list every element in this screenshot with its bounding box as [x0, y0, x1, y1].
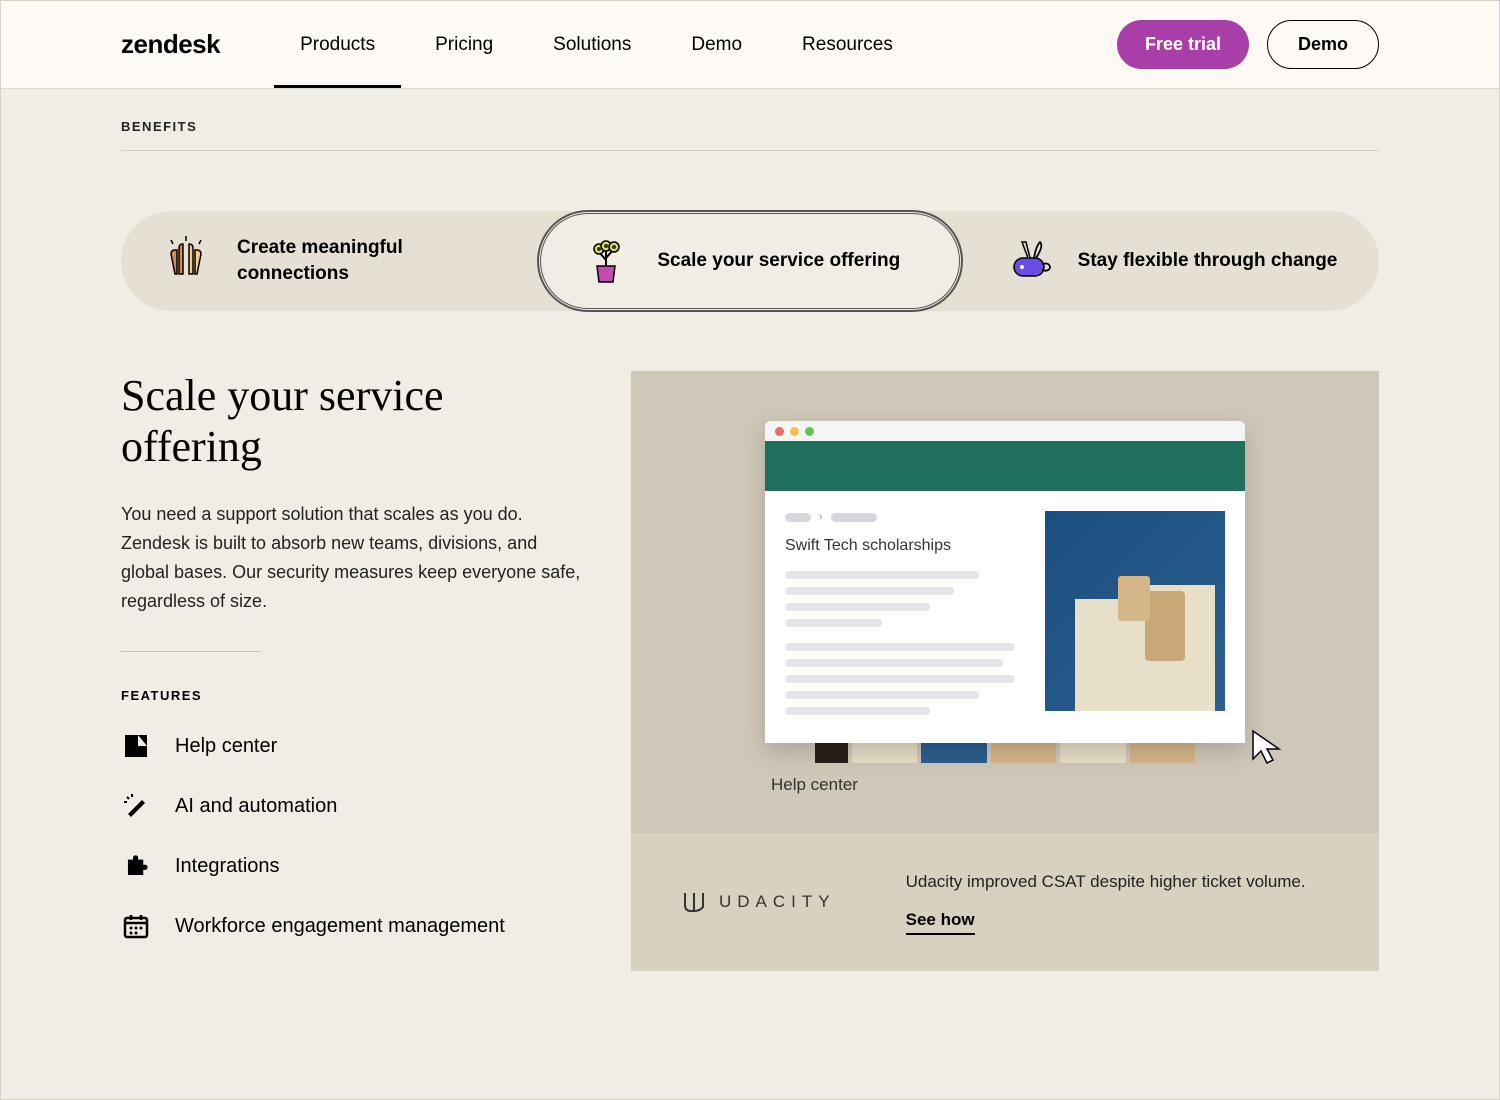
callout-description: Udacity improved CSAT despite higher tic…: [906, 869, 1329, 895]
tab-scale-offering[interactable]: Scale your service offering: [538, 211, 961, 311]
feature-help-center[interactable]: Help center: [121, 731, 581, 761]
page-heading: Scale your service offering: [121, 371, 581, 472]
illustration-panel: › Swift Tech scholarships: [631, 371, 1379, 971]
mockup-article-title: Swift Tech scholarships: [785, 537, 1027, 555]
nav-demo[interactable]: Demo: [691, 4, 742, 86]
header-actions: Free trial Demo: [1117, 20, 1379, 69]
main-nav: Products Pricing Solutions Demo Resource…: [300, 4, 1117, 86]
demo-button[interactable]: Demo: [1267, 20, 1379, 69]
section-label-benefits: BENEFITS: [121, 119, 1379, 151]
puzzle-icon: [121, 851, 151, 881]
free-trial-button[interactable]: Free trial: [1117, 20, 1249, 69]
features-label: FEATURES: [121, 688, 581, 703]
calendar-icon: [121, 911, 151, 941]
site-header: zendesk Products Pricing Solutions Demo …: [1, 1, 1499, 89]
mockup-caption: Help center: [771, 775, 858, 795]
nav-pricing[interactable]: Pricing: [435, 4, 493, 86]
feature-integrations[interactable]: Integrations: [121, 851, 581, 881]
tab-label: Scale your service offering: [657, 248, 900, 274]
tab-stay-flexible[interactable]: Stay flexible through change: [962, 211, 1379, 311]
help-center-icon: [121, 731, 151, 761]
feature-label: Workforce engagement management: [175, 915, 505, 938]
logo[interactable]: zendesk: [121, 29, 220, 60]
feature-workforce[interactable]: Workforce engagement management: [121, 911, 581, 941]
feature-label: AI and automation: [175, 795, 337, 818]
feature-label: Integrations: [175, 855, 280, 878]
divider: [121, 651, 261, 652]
feature-label: Help center: [175, 735, 277, 758]
potted-plant-icon: [577, 232, 635, 290]
page-description: You need a support solution that scales …: [121, 500, 581, 615]
udacity-logo: UDACITY: [681, 889, 836, 915]
swiss-knife-icon: [998, 232, 1056, 290]
cursor-icon: [1249, 727, 1289, 767]
see-how-link[interactable]: See how: [906, 910, 975, 935]
tab-create-connections[interactable]: Create meaningful connections: [121, 211, 538, 311]
benefit-tabs: Create meaningful connections Scale your…: [121, 211, 1379, 311]
feature-ai[interactable]: AI and automation: [121, 791, 581, 821]
hands-clap-icon: [157, 232, 215, 290]
tab-label: Stay flexible through change: [1078, 248, 1338, 274]
browser-mockup: › Swift Tech scholarships: [765, 421, 1245, 743]
nav-resources[interactable]: Resources: [802, 4, 893, 86]
tab-label: Create meaningful connections: [237, 235, 502, 286]
magic-wand-icon: [121, 791, 151, 821]
nav-solutions[interactable]: Solutions: [553, 4, 631, 86]
customer-callout: UDACITY Udacity improved CSAT despite hi…: [631, 833, 1379, 972]
nav-products[interactable]: Products: [300, 4, 375, 86]
